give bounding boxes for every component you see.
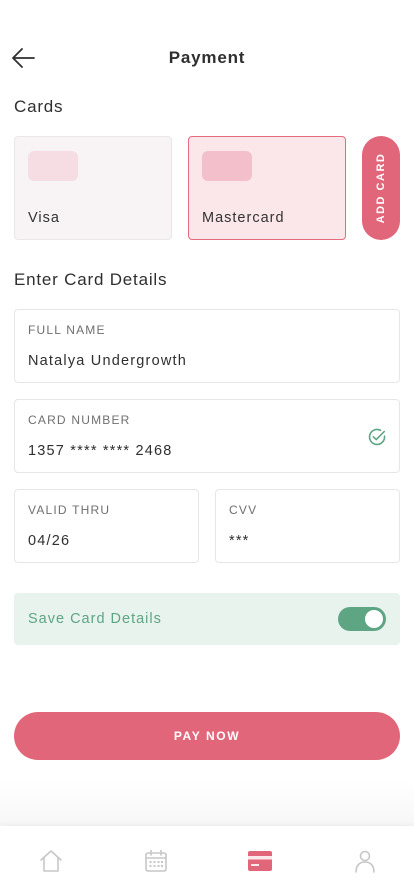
card-mastercard[interactable]: Mastercard [188,136,346,240]
card-number-value: 1357 **** **** 2468 [28,443,173,459]
full-name-value: Natalya Undergrowth [28,353,188,369]
page-title: Payment [168,48,246,67]
card-visa[interactable]: Visa [14,136,172,240]
valid-thru-label: VALID THRU [28,503,111,517]
save-card-row: Save Card Details [14,593,400,645]
card-label: Visa [28,210,60,226]
card-details-title: Enter Card Details [14,270,168,289]
calendar-icon [145,849,167,872]
cards-section-title: Cards [14,97,64,116]
check-circle-icon [368,428,386,446]
cvv-value: *** [229,533,250,549]
card-chip-icon [28,151,78,181]
cvv-label: CVV [229,503,258,517]
cvv-field[interactable]: CVV *** [215,489,400,563]
card-number-field[interactable]: CARD NUMBER 1357 **** **** 2468 [14,399,400,473]
nav-item-calendar[interactable] [143,848,169,874]
nav-item-payment[interactable] [247,848,273,874]
nav-item-home[interactable] [38,848,64,874]
save-card-toggle[interactable] [338,607,386,631]
valid-thru-value: 04/26 [28,533,71,549]
profile-icon [355,850,375,873]
save-card-label: Save Card Details [28,611,162,627]
card-label: Mastercard [202,210,285,226]
nav-item-profile[interactable] [352,848,378,874]
bottom-nav [0,826,414,896]
full-name-field[interactable]: FULL NAME Natalya Undergrowth [14,309,400,383]
credit-card-icon [248,851,272,871]
add-card-button[interactable]: ADD CARD [362,136,400,240]
full-name-label: FULL NAME [28,323,106,337]
bottom-fade [0,780,414,826]
card-number-label: CARD NUMBER [28,413,131,427]
valid-thru-field[interactable]: VALID THRU 04/26 [14,489,199,563]
pay-now-button[interactable]: PAY NOW [14,712,400,760]
card-chip-icon [202,151,252,181]
add-card-label: ADD CARD [375,152,387,224]
toggle-knob [365,610,383,628]
header: Payment [0,36,414,80]
home-icon [40,850,62,872]
